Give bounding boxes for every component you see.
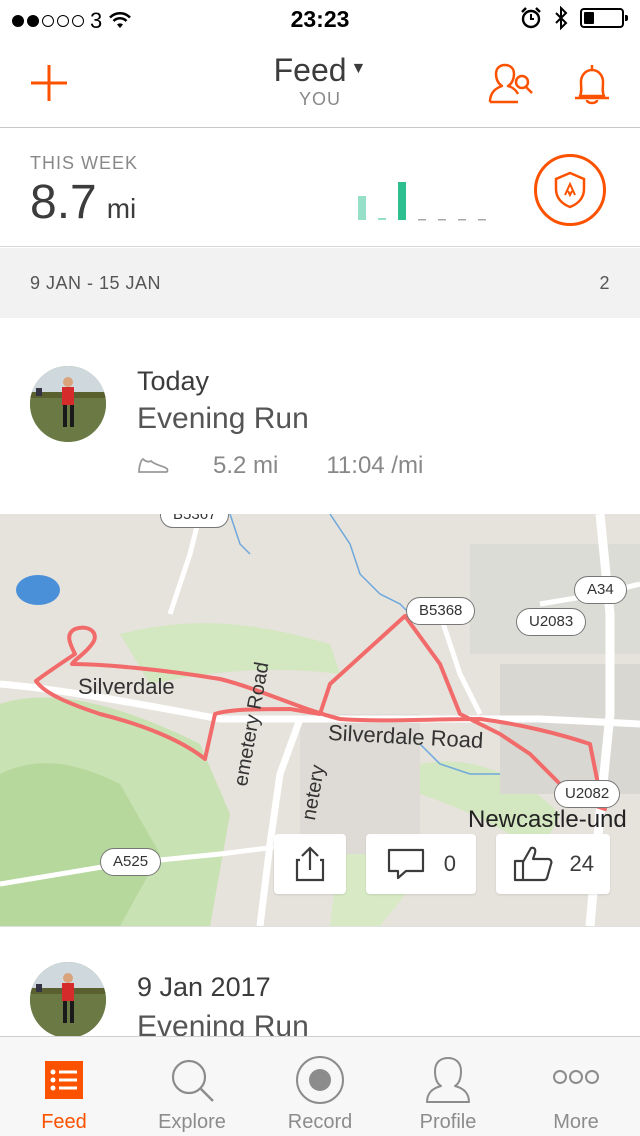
tab-label: Profile bbox=[419, 1111, 477, 1133]
feed-icon bbox=[45, 1061, 83, 1099]
nav-bar: Feed ▼ YOU bbox=[0, 40, 640, 128]
tab-label: Record bbox=[287, 1111, 353, 1133]
profile-icon bbox=[426, 1057, 470, 1103]
tab-label: Feed bbox=[41, 1111, 87, 1133]
road-badge-b5367: B5367 bbox=[160, 514, 230, 528]
week-day-bar bbox=[378, 218, 386, 220]
tab-label: Explore bbox=[158, 1111, 226, 1133]
divider bbox=[0, 926, 640, 927]
road-badge-a34: A34 bbox=[574, 576, 627, 604]
battery-icon bbox=[580, 8, 628, 28]
week-day-bar bbox=[358, 196, 366, 220]
activity-stats: 5.2 mi 11:04 /mi bbox=[137, 452, 423, 480]
week-day-bar bbox=[398, 182, 406, 220]
tab-label: More bbox=[553, 1111, 599, 1133]
road-badge-b5368: B5368 bbox=[406, 597, 476, 625]
week-section-header: 9 JAN - 15 JAN 2 bbox=[0, 248, 640, 318]
map-label-newcastle: Newcastle-und bbox=[468, 806, 627, 833]
trophy-shield-button[interactable] bbox=[534, 154, 606, 226]
comment-button[interactable]: 0 bbox=[366, 834, 476, 894]
thumbs-up-icon bbox=[513, 846, 553, 882]
week-day-bar-empty bbox=[418, 219, 426, 221]
road-badge-a525: A525 bbox=[100, 848, 162, 876]
map-label-silverdale: Silverdale bbox=[78, 674, 175, 699]
page-subtitle: YOU bbox=[298, 89, 341, 109]
share-button[interactable] bbox=[274, 834, 346, 894]
comment-icon bbox=[387, 848, 425, 880]
activity-title[interactable]: Evening Run bbox=[137, 402, 309, 436]
share-icon bbox=[295, 846, 325, 882]
weekly-bar-chart bbox=[358, 182, 486, 221]
tab-feed[interactable]: Feed bbox=[0, 1037, 128, 1136]
search-icon bbox=[171, 1059, 214, 1102]
tab-bar: Feed Explore Record Profile More bbox=[0, 1036, 640, 1136]
activity-date: Today bbox=[137, 366, 210, 396]
week-day-bar-empty bbox=[478, 219, 486, 221]
shoe-icon bbox=[138, 457, 169, 473]
road-badge-u2082: U2082 bbox=[554, 780, 621, 808]
kudos-button[interactable]: 24 bbox=[496, 834, 610, 894]
tab-record[interactable]: Record bbox=[256, 1037, 384, 1136]
feed-selector[interactable]: Feed ▼ YOU bbox=[0, 52, 640, 110]
more-icon bbox=[553, 1070, 599, 1084]
activity-count: 2 bbox=[599, 273, 610, 293]
avatar[interactable] bbox=[30, 962, 106, 1038]
tab-explore[interactable]: Explore bbox=[128, 1037, 256, 1136]
activity-pace: 11:04 /mi bbox=[326, 452, 424, 479]
date-range: 9 JAN - 15 JAN bbox=[30, 273, 162, 293]
tab-more[interactable]: More bbox=[512, 1037, 640, 1136]
activity-distance: 5.2 mi bbox=[213, 452, 279, 479]
activity-card[interactable]: Today Evening Run 5.2 mi 11:04 /mi bbox=[0, 318, 640, 514]
week-day-bar-empty bbox=[438, 219, 446, 221]
kudos-count: 24 bbox=[569, 851, 594, 876]
caret-down-icon: ▼ bbox=[350, 60, 367, 77]
avatar[interactable] bbox=[30, 366, 106, 442]
comment-count: 0 bbox=[443, 851, 456, 876]
activity-date: 9 Jan 2017 bbox=[137, 972, 271, 1002]
bluetooth-icon bbox=[555, 6, 568, 30]
record-icon bbox=[296, 1056, 344, 1104]
alarm-icon bbox=[521, 7, 541, 29]
road-badge-u2083: U2083 bbox=[516, 608, 587, 636]
week-day-bar-empty bbox=[458, 219, 466, 221]
tab-profile[interactable]: Profile bbox=[384, 1037, 512, 1136]
page-title: Feed bbox=[273, 52, 347, 88]
bell-icon[interactable] bbox=[570, 62, 614, 108]
shield-icon bbox=[554, 171, 586, 209]
week-label: THIS WEEK bbox=[30, 153, 139, 173]
week-distance: 8.7 mi bbox=[30, 176, 137, 229]
find-friends-icon[interactable] bbox=[486, 62, 536, 106]
status-bar: 3 23:23 bbox=[0, 0, 640, 40]
